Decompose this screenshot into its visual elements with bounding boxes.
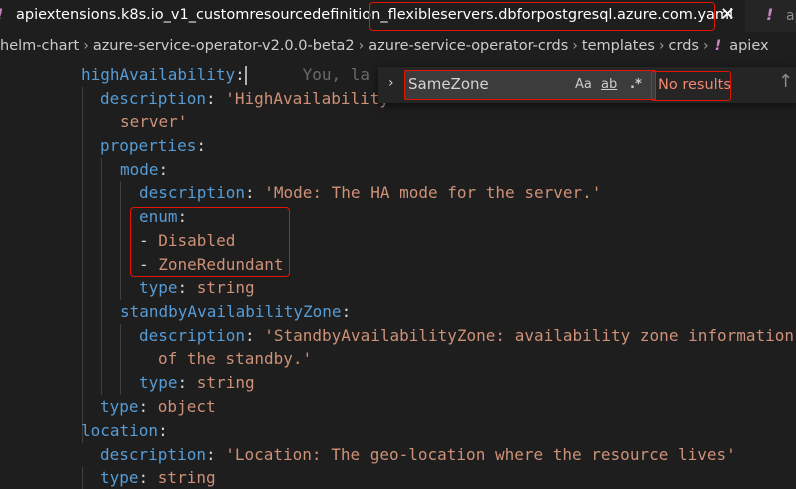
breadcrumb-file[interactable]: apiex [729,38,768,54]
code-line: description: 'HighAvailability [100,89,389,108]
regex-icon[interactable]: .* [630,77,642,92]
yaml-warning-icon: ! [0,5,3,24]
find-widget: › SameZone Aa ab .* No results ↑ [378,67,796,103]
close-icon[interactable]: ✕ [720,4,735,25]
text-cursor [245,66,247,85]
yaml-warning-icon: ! [714,38,722,54]
indent-guide [82,87,83,443]
code-line: description: 'Mode: The HA mode for the … [139,183,602,202]
code-line: standbyAvailabilityZone: [120,302,352,321]
whole-word-icon[interactable]: ab [601,77,617,92]
breadcrumb-item[interactable]: helm-chart [0,38,79,54]
arrow-up-icon[interactable]: ↑ [778,71,793,92]
find-results-status: No results [651,71,731,101]
breadcrumb-item[interactable]: azure-service-operator-crds [368,38,568,54]
indent-guide [82,467,83,489]
tab-next[interactable]: ap [786,8,796,24]
code-line: location: [81,421,168,440]
code-line: type: string [100,468,216,487]
breadcrumb-item[interactable]: azure-service-operator-v2.0.0-beta2 [93,38,355,54]
code-line: server' [120,112,188,131]
yaml-warning-icon: ! [766,5,774,24]
code-line: description: 'StandbyAvailabilityZone: a… [139,326,795,345]
tab-bar: ! apiextensions.k8s.io_v1_customresource… [0,0,796,32]
filename-highlight-box [369,2,715,31]
chevron-right-icon: › [83,38,89,54]
chevron-right-icon[interactable]: › [388,75,394,91]
find-query: SameZone [408,75,489,93]
indent-guide [101,158,102,395]
code-line: type: string [139,373,255,392]
chevron-right-icon: › [572,38,578,54]
code-line: type: object [100,397,216,416]
match-case-icon[interactable]: Aa [575,77,592,92]
breadcrumb-item[interactable]: templates [582,38,655,54]
code-editor[interactable]: highAvailability: You, la description: '… [0,63,796,489]
code-line: properties: [100,136,206,155]
chevron-right-icon: › [658,38,665,54]
code-line: highAvailability: You, la [81,65,370,84]
chevron-right-icon: › [702,38,709,54]
chevron-right-icon: › [358,38,365,54]
code-line: description: 'Location: The geo-location… [100,445,736,464]
code-line: of the standby.' [158,349,313,368]
indent-guide [120,324,121,395]
breadcrumb-item[interactable]: crds [669,38,699,54]
enum-highlight-box [130,207,290,277]
code-line: mode: [120,160,169,179]
breadcrumb: helm-chart › azure-service-operator-v2.0.0… [0,38,769,62]
code-line: type: string [139,278,255,297]
indent-guide [120,181,121,300]
git-blame-annotation: You, la [302,65,370,84]
